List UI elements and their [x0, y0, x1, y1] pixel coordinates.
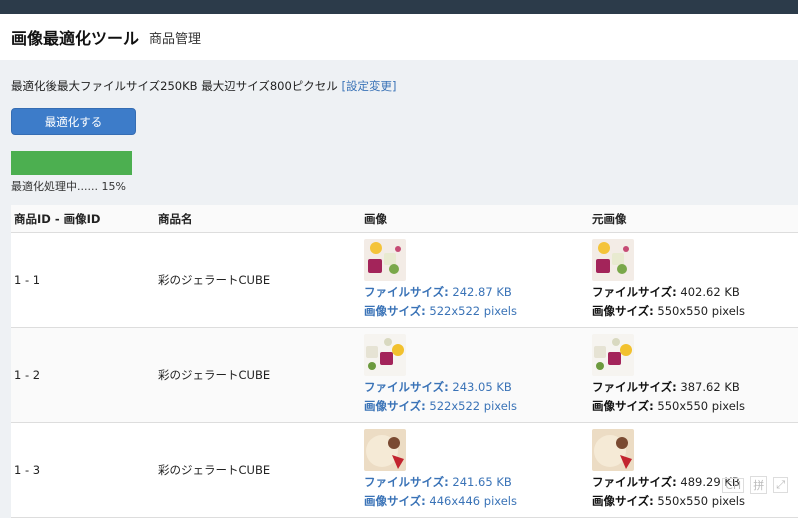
- cell-id: 1 - 1: [14, 273, 41, 287]
- cell-name: 彩のジェラートCUBE: [158, 463, 271, 477]
- ime-layout-label[interactable]: 拼: [750, 476, 768, 494]
- optimized-file-size: ファイルサイズ: 241.65 KB: [364, 473, 592, 492]
- image-size-label: 画像サイズ:: [592, 304, 654, 318]
- file-size-value: 243.05 KB: [452, 380, 512, 394]
- top-bar: [0, 0, 798, 14]
- settings-info-text: 最適化後最大ファイルサイズ250KB 最大辺サイズ800ピクセル: [11, 79, 342, 93]
- header-product-name: 商品名: [158, 211, 193, 226]
- file-size-value: 402.62 KB: [680, 285, 740, 299]
- ime-mode-label[interactable]: CH: [722, 477, 745, 493]
- file-size-label: ファイルサイズ:: [592, 380, 677, 394]
- cell-original-image: ファイルサイズ: 387.62 KB 画像サイズ: 550x550 pixels: [592, 334, 798, 416]
- table-row: 1 - 3 彩のジェラートCUBE ファイルサイズ: 241.65 KB 画像サ…: [11, 423, 798, 518]
- image-size-label: 画像サイズ:: [592, 399, 654, 413]
- original-image-size: 画像サイズ: 550x550 pixels: [592, 397, 798, 416]
- image-table: 商品ID - 画像ID 商品名 画像 元画像 1 - 1 彩のジェラートCUBE…: [11, 205, 798, 518]
- cell-original-image: ファイルサイズ: 489.29 KB 画像サイズ: 550x550 pixels: [592, 429, 798, 511]
- cell-original-image: ファイルサイズ: 402.62 KB 画像サイズ: 550x550 pixels: [592, 239, 798, 321]
- progress-bar-fill: [11, 151, 132, 175]
- settings-info: 最適化後最大ファイルサイズ250KB 最大辺サイズ800ピクセル [設定変更]: [11, 78, 787, 94]
- file-size-value: 242.87 KB: [452, 285, 512, 299]
- file-size-label: ファイルサイズ:: [364, 380, 449, 394]
- original-file-size: ファイルサイズ: 402.62 KB: [592, 283, 798, 302]
- optimize-button[interactable]: 最適化する: [11, 108, 136, 135]
- original-thumbnail-image[interactable]: [592, 334, 634, 376]
- original-image-size: 画像サイズ: 550x550 pixels: [592, 492, 798, 511]
- main-content: 最適化後最大ファイルサイズ250KB 最大辺サイズ800ピクセル [設定変更] …: [0, 78, 798, 193]
- progress-bar: [11, 151, 132, 175]
- header-original-image: 元画像: [592, 211, 627, 226]
- progress-text: 最適化処理中...... 15%: [11, 180, 126, 193]
- optimized-image-size: 画像サイズ: 522x522 pixels: [364, 302, 592, 321]
- cell-id: 1 - 3: [14, 463, 41, 477]
- table-row: 1 - 1 彩のジェラートCUBE ファイルサイズ: 242.87 KB 画像サ…: [11, 233, 798, 328]
- image-size-value: 550x550 pixels: [657, 494, 745, 508]
- image-size-value: 522x522 pixels: [429, 399, 517, 413]
- image-size-value: 550x550 pixels: [657, 399, 745, 413]
- image-size-value: 550x550 pixels: [657, 304, 745, 318]
- page-header: 画像最適化ツール 商品管理: [0, 14, 798, 60]
- cell-name: 彩のジェラートCUBE: [158, 368, 271, 382]
- file-size-label: ファイルサイズ:: [592, 475, 677, 489]
- original-thumbnail-image[interactable]: [592, 239, 634, 281]
- optimized-file-size: ファイルサイズ: 242.87 KB: [364, 283, 592, 302]
- settings-change-link[interactable]: [設定変更]: [341, 79, 396, 93]
- cell-optimized-image: ファイルサイズ: 243.05 KB 画像サイズ: 522x522 pixels: [364, 334, 592, 416]
- optimized-image-size: 画像サイズ: 522x522 pixels: [364, 397, 592, 416]
- file-size-label: ファイルサイズ:: [364, 475, 449, 489]
- image-size-value: 446x446 pixels: [429, 494, 517, 508]
- product-thumbnail-image[interactable]: [364, 429, 406, 471]
- original-file-size: ファイルサイズ: 387.62 KB: [592, 378, 798, 397]
- image-size-label: 画像サイズ:: [364, 494, 426, 508]
- optimized-file-size: ファイルサイズ: 243.05 KB: [364, 378, 592, 397]
- page-subtitle: 商品管理: [149, 31, 202, 47]
- original-image-size: 画像サイズ: 550x550 pixels: [592, 302, 798, 321]
- image-size-value: 522x522 pixels: [429, 304, 517, 318]
- product-thumbnail-image[interactable]: [364, 334, 406, 376]
- cell-name: 彩のジェラートCUBE: [158, 273, 271, 287]
- file-size-label: ファイルサイズ:: [592, 285, 677, 299]
- product-thumbnail-image[interactable]: [364, 239, 406, 281]
- header-image: 画像: [364, 211, 387, 226]
- table-header: 商品ID - 画像ID 商品名 画像 元画像: [11, 205, 798, 233]
- table-row: 1 - 2 彩のジェラートCUBE ファイルサイズ: 243.05 KB 画像サ…: [11, 328, 798, 423]
- image-size-label: 画像サイズ:: [364, 304, 426, 318]
- image-size-label: 画像サイズ:: [592, 494, 654, 508]
- page-title: 画像最適化ツール: [11, 29, 140, 48]
- file-size-value: 387.62 KB: [680, 380, 740, 394]
- image-size-label: 画像サイズ:: [364, 399, 426, 413]
- file-size-value: 241.65 KB: [452, 475, 512, 489]
- file-size-label: ファイルサイズ:: [364, 285, 449, 299]
- cell-id: 1 - 2: [14, 368, 41, 382]
- header-product-image-id: 商品ID - 画像ID: [14, 211, 101, 226]
- cell-optimized-image: ファイルサイズ: 242.87 KB 画像サイズ: 522x522 pixels: [364, 239, 592, 321]
- original-thumbnail-image[interactable]: [592, 429, 634, 471]
- optimized-image-size: 画像サイズ: 446x446 pixels: [364, 492, 592, 511]
- cell-optimized-image: ファイルサイズ: 241.65 KB 画像サイズ: 446x446 pixels: [364, 429, 592, 511]
- ime-indicator: CH 拼 ⤢: [722, 476, 788, 494]
- expand-icon[interactable]: ⤢: [773, 477, 788, 493]
